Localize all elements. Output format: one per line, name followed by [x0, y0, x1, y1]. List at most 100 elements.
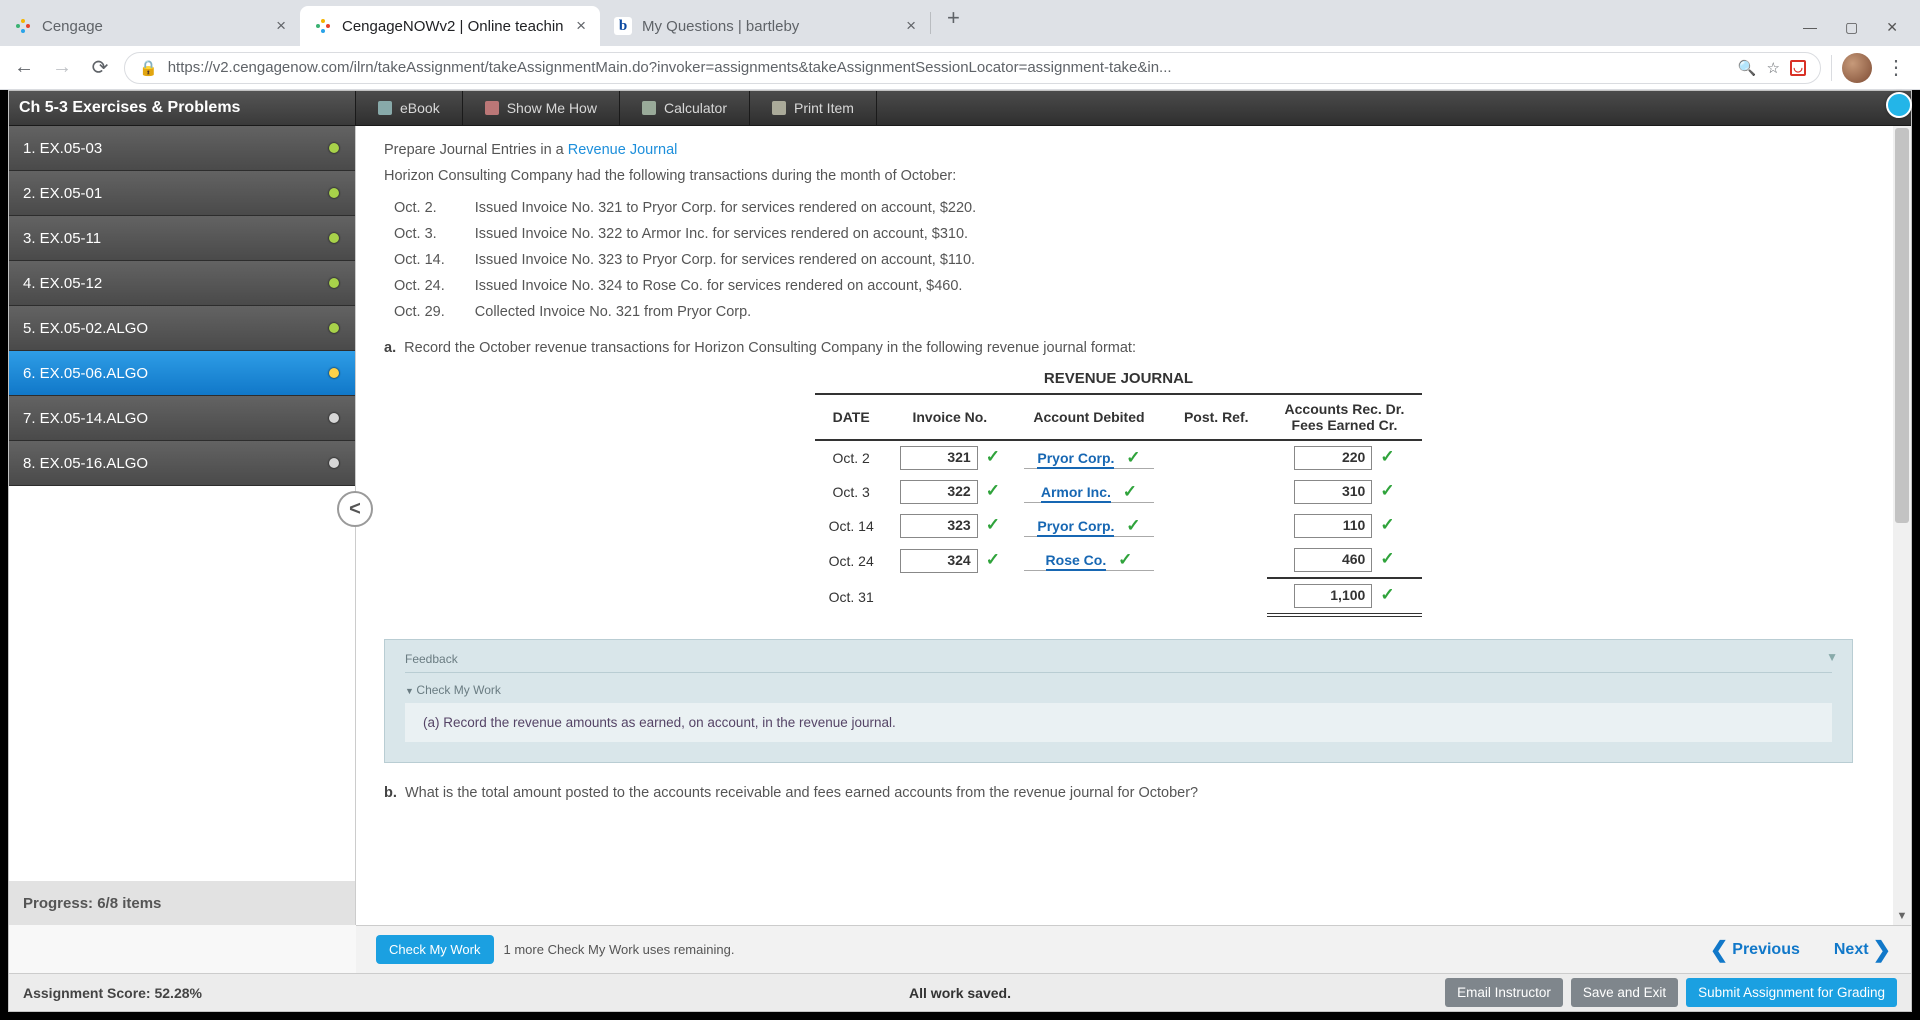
close-icon[interactable]: ×	[576, 16, 586, 36]
status-dot-icon	[329, 368, 339, 378]
print-item-button[interactable]: Print Item	[750, 91, 877, 125]
tx-text: Issued Invoice No. 321 to Pryor Corp. fo…	[475, 196, 1004, 220]
table-row: Oct. 2.Issued Invoice No. 321 to Pryor C…	[394, 196, 1004, 220]
content-scroll[interactable]: Prepare Journal Entries in a Revenue Jou…	[356, 126, 1893, 925]
journal-row: Oct. 24 324✓ Rose Co. ✓ 460✓	[815, 543, 1423, 578]
check-icon: ✓	[1126, 448, 1140, 467]
col-amount-line1: Accounts Rec. Dr.	[1285, 401, 1405, 417]
save-and-exit-button[interactable]: Save and Exit	[1571, 978, 1678, 1007]
account-dropdown[interactable]: Rose Co. ✓	[1024, 550, 1154, 571]
separator	[1831, 55, 1832, 81]
close-window-icon[interactable]: ✕	[1886, 19, 1898, 36]
cell-date: Oct. 31	[815, 578, 888, 615]
progress-indicator: Progress: 6/8 items	[9, 881, 355, 925]
scroll-down-icon[interactable]: ▼	[1893, 907, 1911, 925]
sidebar-item-label: 2. EX.05-01	[23, 185, 102, 202]
collapse-sidebar-button[interactable]: <	[337, 491, 373, 527]
star-icon[interactable]: ☆	[1767, 59, 1780, 77]
scrollbar-track[interactable]: ▲ ▼	[1893, 126, 1911, 925]
previous-button[interactable]: ❮Previous	[1710, 937, 1800, 963]
new-tab-button[interactable]: +	[931, 5, 976, 41]
sidebar-item-3[interactable]: 4. EX.05-12	[9, 261, 355, 306]
close-icon[interactable]: ×	[906, 16, 916, 36]
assignment-score: Assignment Score: 52.28%	[23, 985, 202, 1001]
amount-input[interactable]: 310	[1294, 480, 1372, 504]
minimize-icon[interactable]: —	[1803, 19, 1817, 36]
col-postref: Post. Ref.	[1166, 394, 1267, 440]
tx-date: Oct. 24.	[394, 274, 473, 298]
invoice-input[interactable]: 324	[900, 549, 978, 573]
account-value: Pryor Corp.	[1037, 518, 1114, 537]
account-dropdown[interactable]: Pryor Corp. ✓	[1024, 516, 1154, 537]
revenue-journal-table: DATE Invoice No. Account Debited Post. R…	[815, 393, 1423, 617]
table-row: Oct. 29.Collected Invoice No. 321 from P…	[394, 300, 1004, 324]
check-icon: ✓	[986, 481, 1000, 500]
email-instructor-button[interactable]: Email Instructor	[1445, 978, 1563, 1007]
table-header-row: DATE Invoice No. Account Debited Post. R…	[815, 394, 1423, 440]
help-bubble-icon[interactable]	[1886, 92, 1912, 118]
check-icon: ✓	[1380, 515, 1394, 534]
check-icon: ✓	[1380, 481, 1394, 500]
cell-date: Oct. 24	[815, 543, 888, 578]
total-input[interactable]: 1,100	[1294, 584, 1372, 608]
address-bar[interactable]: 🔒 https://v2.cengagenow.com/ilrn/takeAss…	[124, 52, 1821, 84]
question-text: Record the October revenue transactions …	[404, 340, 1136, 356]
invoice-input[interactable]: 321	[900, 446, 978, 470]
close-icon[interactable]: ×	[276, 16, 286, 36]
account-dropdown[interactable]: Armor Inc. ✓	[1024, 482, 1154, 503]
browser-tab-2[interactable]: b My Questions | bartleby ×	[600, 6, 930, 46]
browser-tab-0[interactable]: Cengage ×	[0, 6, 300, 46]
back-button[interactable]: ←	[10, 54, 38, 82]
amount-input[interactable]: 110	[1294, 514, 1372, 538]
amount-input[interactable]: 220	[1294, 446, 1372, 470]
sidebar-item-6[interactable]: 7. EX.05-14.ALGO	[9, 396, 355, 441]
zoom-icon[interactable]: 🔍	[1738, 59, 1757, 77]
question-b: b. What is the total amount posted to th…	[384, 785, 1853, 801]
invoice-input[interactable]: 323	[900, 514, 978, 538]
status-dot-icon	[329, 143, 339, 153]
check-my-work-button[interactable]: Check My Work	[376, 935, 494, 964]
show-me-how-button[interactable]: Show Me How	[463, 91, 620, 125]
sidebar-item-4[interactable]: 5. EX.05-02.ALGO	[9, 306, 355, 351]
account-dropdown[interactable]: Pryor Corp. ✓	[1024, 448, 1154, 469]
question-text: What is the total amount posted to the a…	[405, 785, 1198, 801]
footer-buttons: Email Instructor Save and Exit Submit As…	[1445, 978, 1897, 1007]
sidebar-item-7[interactable]: 8. EX.05-16.ALGO	[9, 441, 355, 486]
check-icon: ✓	[1123, 482, 1137, 501]
main-content: Prepare Journal Entries in a Revenue Jou…	[356, 126, 1911, 925]
journal-total-row: Oct. 31 1,100✓	[815, 578, 1423, 615]
scrollbar-thumb[interactable]	[1895, 128, 1909, 523]
next-button[interactable]: Next❯	[1834, 937, 1891, 963]
collapse-icon[interactable]: ▼	[1826, 650, 1838, 664]
sidebar-item-1[interactable]: 2. EX.05-01	[9, 171, 355, 216]
extension-icon[interactable]: ◡	[1790, 60, 1806, 76]
revenue-journal-link[interactable]: Revenue Journal	[568, 142, 678, 158]
calculator-button[interactable]: Calculator	[620, 91, 750, 125]
lock-icon: 🔒	[139, 59, 158, 77]
reload-button[interactable]: ⟳	[86, 54, 114, 82]
feedback-subtitle[interactable]: Check My Work	[405, 683, 1832, 697]
question-sidebar: 1. EX.05-03 2. EX.05-01 3. EX.05-11 4. E…	[9, 126, 356, 925]
previous-label: Previous	[1732, 941, 1800, 959]
sidebar-item-5[interactable]: 6. EX.05-06.ALGO	[9, 351, 355, 396]
browser-tab-1[interactable]: CengageNOWv2 | Online teachin ×	[300, 6, 600, 46]
invoice-input[interactable]: 322	[900, 480, 978, 504]
kebab-menu-icon[interactable]: ⋮	[1882, 54, 1910, 82]
uses-remaining-text: 1 more Check My Work uses remaining.	[504, 942, 735, 957]
question-a: a. Record the October revenue transactio…	[384, 340, 1853, 356]
forward-button[interactable]: →	[48, 54, 76, 82]
sidebar-item-label: 4. EX.05-12	[23, 275, 102, 292]
submit-assignment-button[interactable]: Submit Assignment for Grading	[1686, 978, 1897, 1007]
check-icon: ✓	[986, 515, 1000, 534]
ebook-button[interactable]: eBook	[356, 91, 463, 125]
amount-input[interactable]: 460	[1294, 548, 1372, 572]
table-row: Oct. 14.Issued Invoice No. 323 to Pryor …	[394, 248, 1004, 272]
sidebar-item-2[interactable]: 3. EX.05-11	[9, 216, 355, 261]
tx-date: Oct. 2.	[394, 196, 473, 220]
check-icon: ✓	[1380, 447, 1394, 466]
sidebar-item-0[interactable]: 1. EX.05-03	[9, 126, 355, 171]
col-amount: Accounts Rec. Dr.Fees Earned Cr.	[1267, 394, 1423, 440]
maximize-icon[interactable]: ▢	[1845, 19, 1858, 36]
status-dot-icon	[329, 233, 339, 243]
profile-avatar[interactable]	[1842, 53, 1872, 83]
